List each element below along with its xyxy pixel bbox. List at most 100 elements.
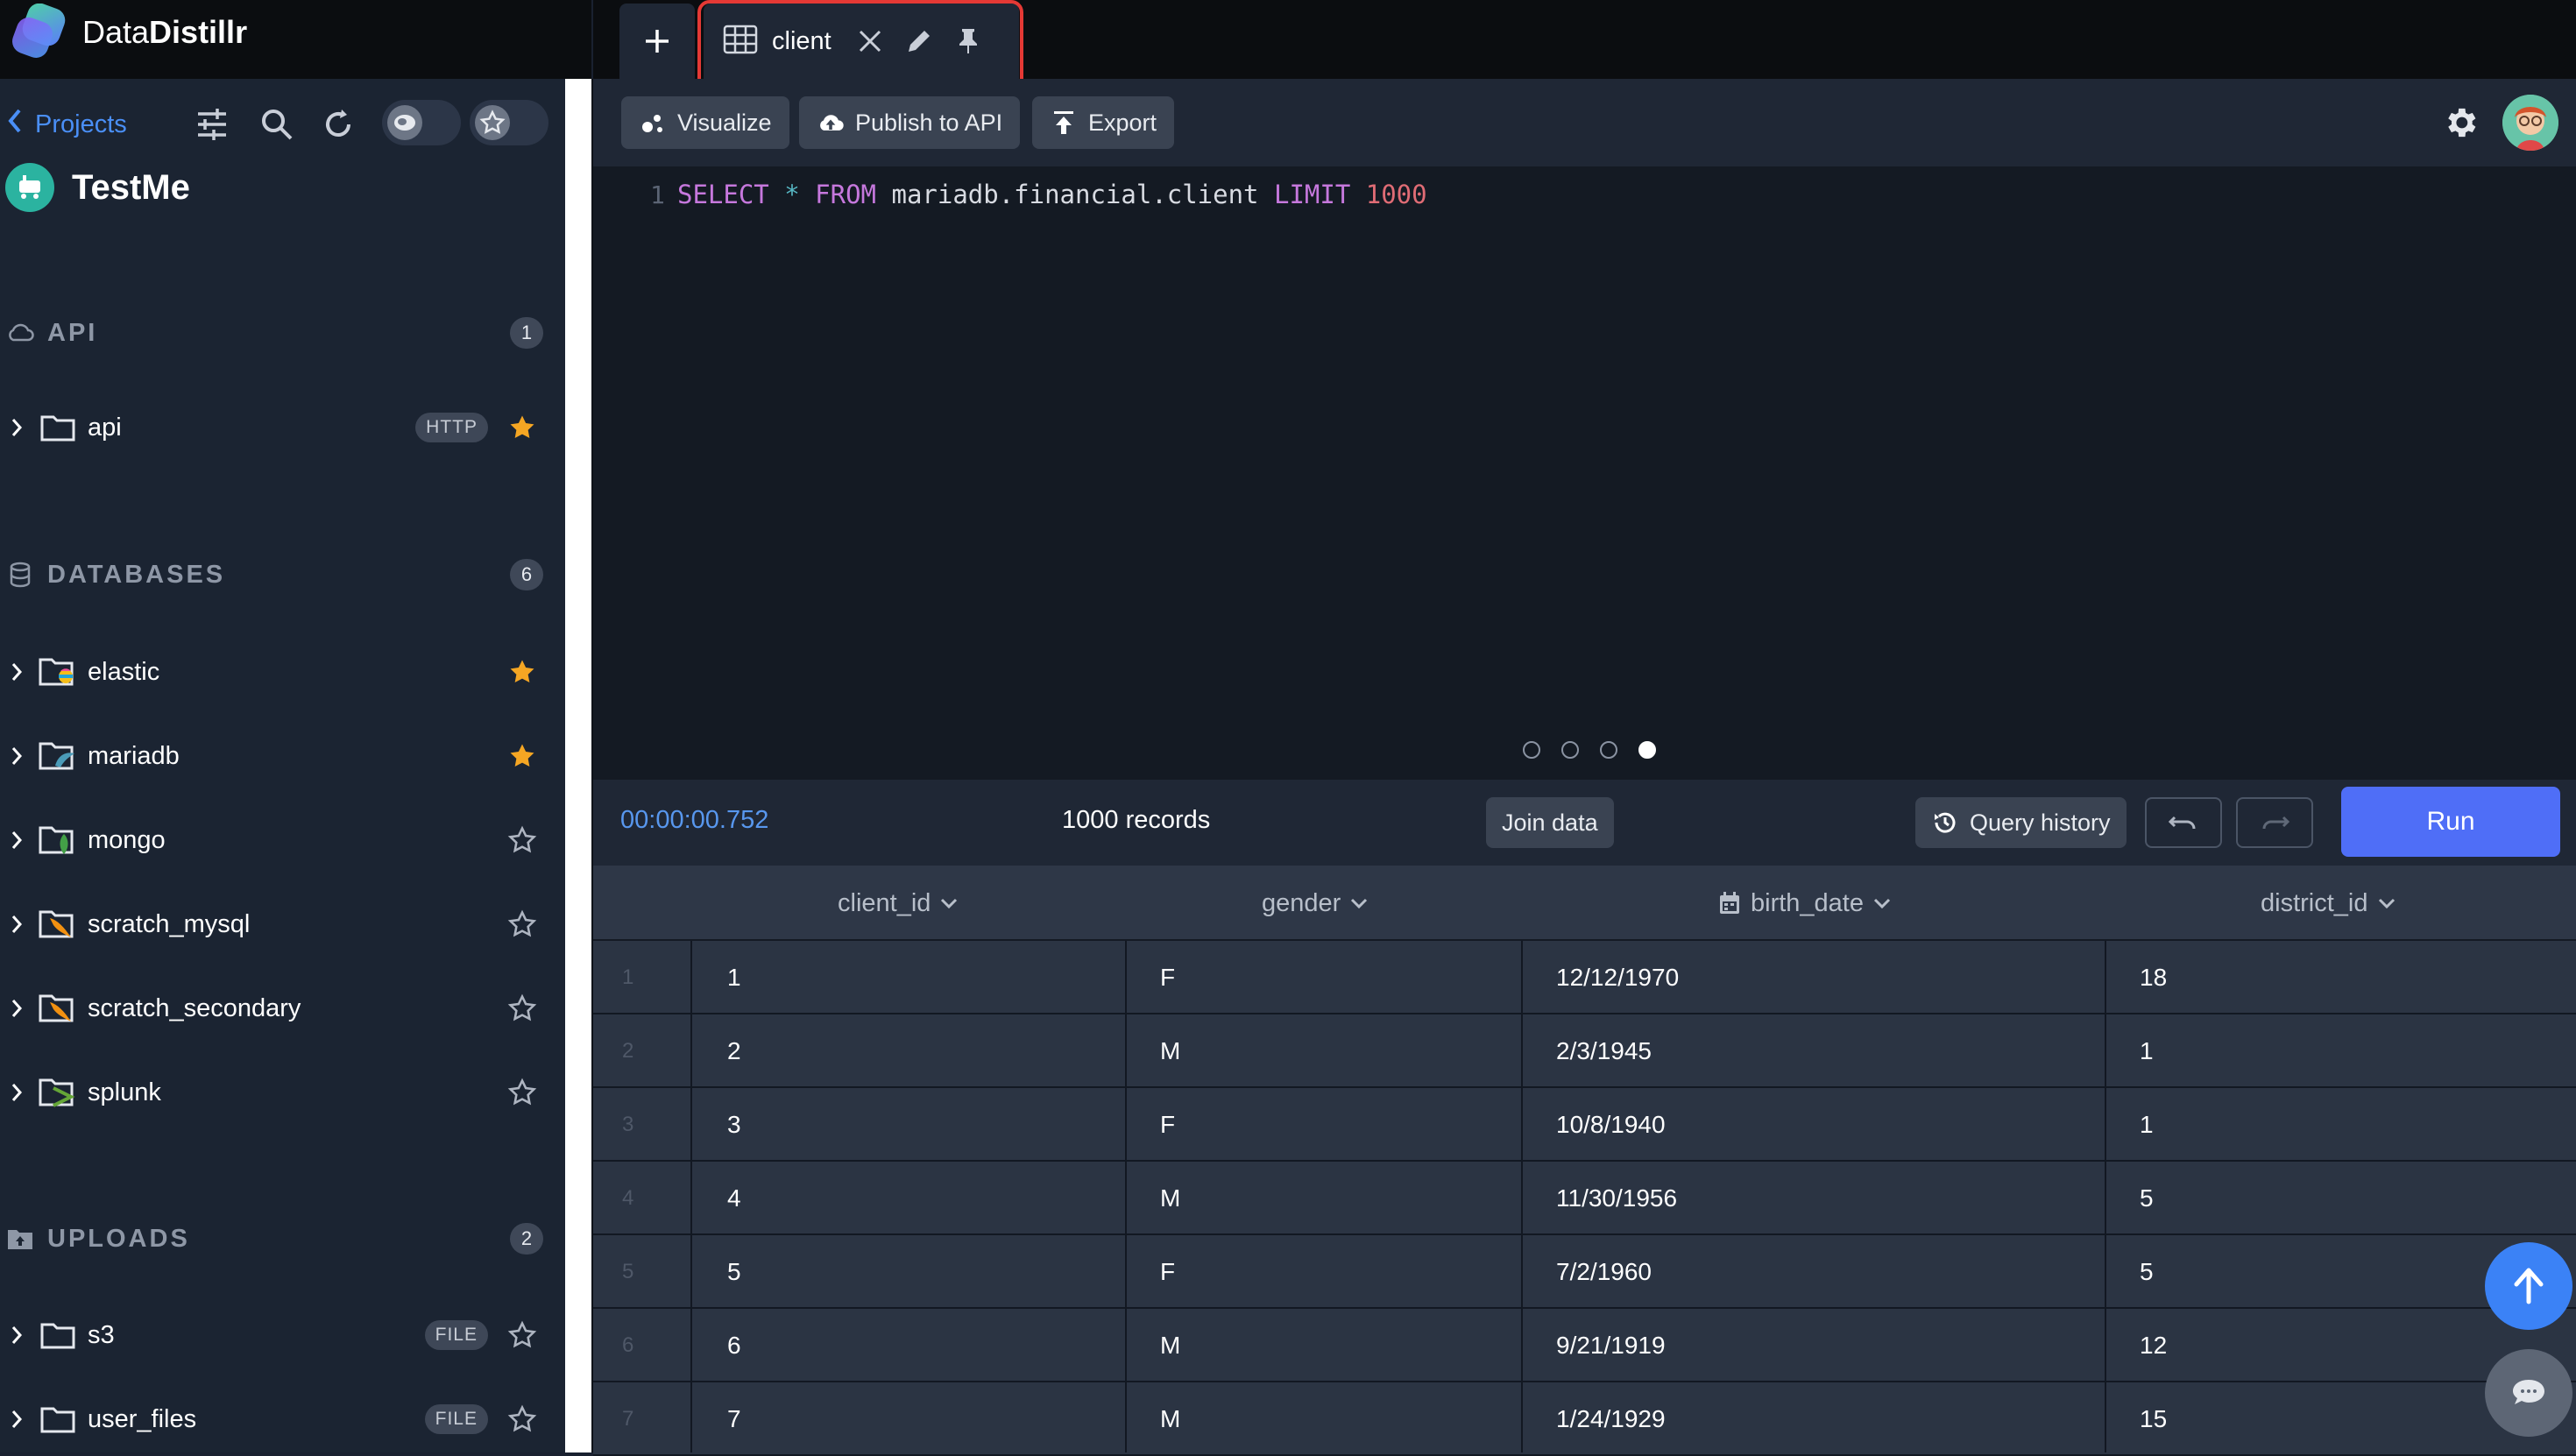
- cell-birth-date[interactable]: 10/8/1940: [1556, 1111, 1666, 1139]
- star-outline-icon[interactable]: [502, 1315, 542, 1355]
- visualize-button[interactable]: Visualize: [621, 96, 789, 149]
- cell-birth-date[interactable]: 12/12/1970: [1556, 964, 1679, 992]
- star-outline-icon[interactable]: [502, 904, 542, 944]
- chevron-down-icon[interactable]: [2377, 897, 2396, 909]
- chevron-right-icon[interactable]: [4, 1325, 30, 1346]
- chat-button[interactable]: [2485, 1349, 2572, 1437]
- cell-client-id[interactable]: 2: [727, 1037, 741, 1065]
- user-avatar[interactable]: [2502, 95, 2558, 151]
- cell-client-id[interactable]: 4: [727, 1184, 741, 1212]
- tree-item-mariadb[interactable]: mariadb: [0, 730, 548, 782]
- cell-birth-date[interactable]: 1/24/1929: [1556, 1405, 1666, 1433]
- export-button[interactable]: Export: [1032, 96, 1175, 149]
- tab-client[interactable]: client: [704, 4, 1019, 79]
- chevron-down-icon[interactable]: [1349, 897, 1369, 909]
- cell-gender[interactable]: M: [1160, 1405, 1180, 1433]
- cell-district-id[interactable]: 1: [2140, 1111, 2154, 1139]
- cell-gender[interactable]: M: [1160, 1332, 1180, 1360]
- star-outline-icon[interactable]: [502, 1072, 542, 1113]
- tree-item-user-files[interactable]: user_files FILE: [0, 1393, 548, 1445]
- cell-gender[interactable]: F: [1160, 964, 1175, 992]
- cell-client-id[interactable]: 5: [727, 1258, 741, 1286]
- chevron-right-icon[interactable]: [4, 914, 30, 935]
- cell-gender[interactable]: F: [1160, 1111, 1175, 1139]
- chevron-right-icon[interactable]: [4, 746, 30, 767]
- column-header-gender[interactable]: gender: [1262, 883, 1369, 923]
- view-toggle[interactable]: [382, 100, 461, 145]
- cell-gender[interactable]: M: [1160, 1037, 1180, 1065]
- cell-client-id[interactable]: 7: [727, 1405, 741, 1433]
- tree-item-mongo[interactable]: mongo: [0, 814, 548, 866]
- sql-keyword: SELECT: [677, 180, 769, 209]
- http-badge: HTTP: [415, 413, 488, 442]
- cell-district-id[interactable]: 15: [2140, 1405, 2167, 1433]
- sql-code-line[interactable]: SELECT * FROM mariadb.financial.client L…: [677, 180, 1427, 209]
- undo-button[interactable]: [2145, 797, 2222, 848]
- chevron-right-icon[interactable]: [4, 661, 30, 682]
- cell-district-id[interactable]: 12: [2140, 1332, 2167, 1360]
- join-data-button[interactable]: Join data: [1486, 797, 1614, 848]
- star-filled-icon[interactable]: [502, 652, 542, 692]
- star-filled-icon[interactable]: [502, 736, 542, 776]
- chevron-right-icon[interactable]: [4, 417, 30, 438]
- page-dot[interactable]: [1523, 741, 1540, 759]
- page-dot[interactable]: [1600, 741, 1617, 759]
- tree-item-scratch-secondary[interactable]: scratch_secondary: [0, 982, 548, 1035]
- gear-icon[interactable]: [2438, 100, 2483, 145]
- chevron-right-icon[interactable]: [4, 1082, 30, 1103]
- cell-district-id[interactable]: 5: [2140, 1258, 2154, 1286]
- page-dot[interactable]: [1561, 741, 1579, 759]
- chevron-left-icon: [7, 108, 23, 141]
- tree-item-s3[interactable]: s3 FILE: [0, 1309, 548, 1361]
- chevron-right-icon[interactable]: [4, 1409, 30, 1430]
- tree-item-api[interactable]: api HTTP: [0, 401, 548, 454]
- chevron-down-icon[interactable]: [939, 897, 959, 909]
- run-button[interactable]: Run: [2341, 787, 2560, 857]
- cell-birth-date[interactable]: 7/2/1960: [1556, 1258, 1652, 1286]
- star-outline-icon[interactable]: [502, 988, 542, 1028]
- cell-birth-date[interactable]: 11/30/1956: [1556, 1184, 1677, 1212]
- publish-to-api-button[interactable]: Publish to API: [799, 96, 1021, 149]
- cell-district-id[interactable]: 5: [2140, 1184, 2154, 1212]
- redo-button[interactable]: [2236, 797, 2313, 848]
- sql-editor[interactable]: [593, 166, 2576, 780]
- cell-district-id[interactable]: 18: [2140, 964, 2167, 992]
- cell-birth-date[interactable]: 9/21/1919: [1556, 1332, 1666, 1360]
- section-databases[interactable]: DATABASES 6: [5, 555, 543, 594]
- projects-link[interactable]: Projects: [7, 105, 127, 144]
- cell-client-id[interactable]: 3: [727, 1111, 741, 1139]
- favorites-toggle[interactable]: [470, 100, 548, 145]
- filter-settings-icon[interactable]: [191, 103, 233, 145]
- cell-gender[interactable]: M: [1160, 1184, 1180, 1212]
- star-filled-icon[interactable]: [502, 407, 542, 448]
- column-header-birth-date[interactable]: birth_date: [1719, 883, 1892, 923]
- edit-pencil-icon[interactable]: [900, 22, 938, 60]
- tree-item-elastic[interactable]: elastic: [0, 646, 548, 698]
- star-outline-icon[interactable]: [502, 820, 542, 860]
- section-uploads[interactable]: UPLOADS 2: [5, 1219, 543, 1258]
- tree-item-scratch-mysql[interactable]: scratch_mysql: [0, 898, 548, 951]
- cell-gender[interactable]: F: [1160, 1258, 1175, 1286]
- page-dot-active[interactable]: [1638, 741, 1656, 759]
- column-header-district-id[interactable]: district_id: [2261, 883, 2396, 923]
- refresh-icon[interactable]: [317, 103, 359, 145]
- cell-birth-date[interactable]: 2/3/1945: [1556, 1037, 1652, 1065]
- section-api[interactable]: API 1: [5, 314, 543, 352]
- chevron-right-icon[interactable]: [4, 998, 30, 1019]
- close-icon[interactable]: [851, 22, 889, 60]
- cell-district-id[interactable]: 1: [2140, 1037, 2154, 1065]
- pin-icon[interactable]: [949, 22, 987, 60]
- cell-client-id[interactable]: 6: [727, 1332, 741, 1360]
- chevron-down-icon[interactable]: [1872, 897, 1892, 909]
- tree-item-splunk[interactable]: splunk: [0, 1066, 548, 1119]
- star-outline-icon[interactable]: [502, 1399, 542, 1439]
- scroll-to-top-button[interactable]: [2485, 1242, 2572, 1330]
- add-tab-button[interactable]: [619, 4, 695, 79]
- chevron-right-icon[interactable]: [4, 830, 30, 851]
- export-icon: [1050, 109, 1078, 137]
- column-header-client-id[interactable]: client_id: [838, 883, 959, 923]
- sidebar-scrollbar[interactable]: [565, 79, 591, 1452]
- cell-client-id[interactable]: 1: [727, 964, 741, 992]
- query-history-button[interactable]: Query history: [1915, 797, 2127, 848]
- search-icon[interactable]: [256, 103, 298, 145]
